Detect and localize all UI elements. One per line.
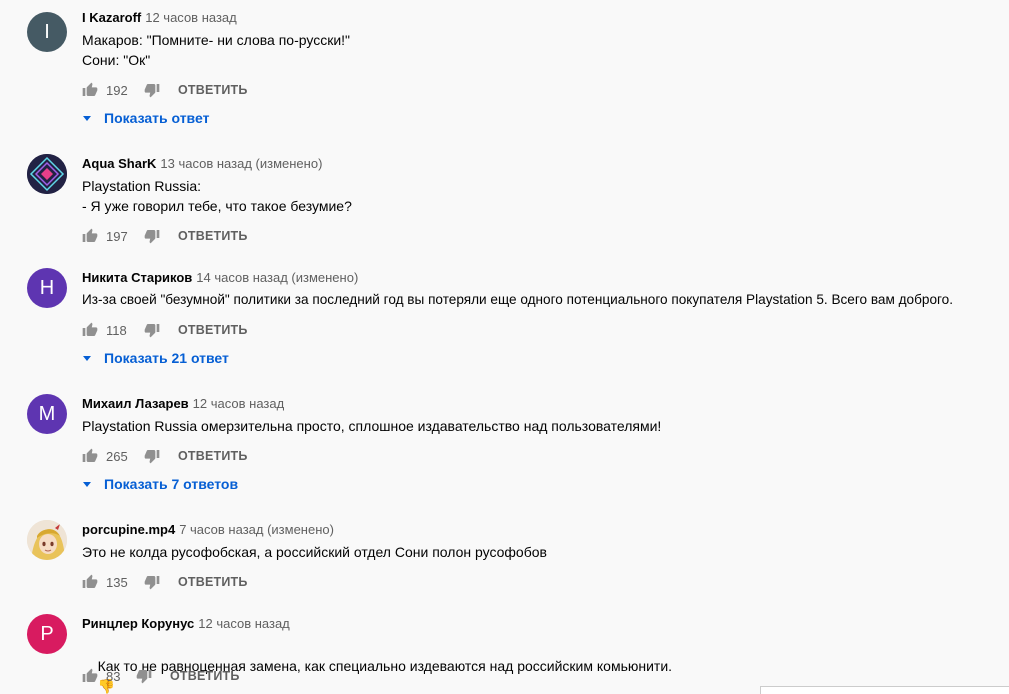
avatar[interactable]: M [27, 394, 67, 434]
avatar[interactable]: P [27, 614, 67, 654]
caret-down-icon [83, 115, 91, 121]
show-replies-label: Показать 7 ответов [104, 476, 239, 492]
show-replies-button[interactable]: Показать ответ [82, 108, 209, 128]
comment-header: Aqua SharK 13 часов назад (изменено) [82, 156, 322, 171]
comment-header: Ринцлер Корунус 12 часов назад [82, 616, 290, 631]
avatar[interactable] [27, 520, 67, 560]
thumb-down-icon[interactable] [144, 574, 160, 590]
comment-text-line: Макаров: "Помните- ни слова по-русски!" [82, 32, 351, 48]
reply-button[interactable]: ОТВЕТИТЬ [178, 83, 248, 97]
comment-time[interactable]: 14 часов назад (изменено) [196, 270, 358, 285]
anime-avatar-icon [27, 520, 67, 560]
reply-button[interactable]: ОТВЕТИТЬ [178, 229, 248, 243]
author-name[interactable]: Ринцлер Корунус [82, 616, 194, 631]
comment-actions: 192 ОТВЕТИТЬ [82, 80, 248, 100]
comment-time[interactable]: 12 часов назад [198, 616, 290, 631]
show-replies-label: Показать 21 ответ [104, 350, 229, 366]
thumb-down-icon[interactable] [144, 228, 160, 244]
partial-panel [760, 686, 1009, 694]
comment-time[interactable]: 13 часов назад (изменено) [160, 156, 322, 171]
caret-down-icon [83, 355, 91, 361]
comment-text-line: Из-за своей "безумной" политики за после… [82, 292, 954, 307]
comment-header: porcupine.mp4 7 часов назад (изменено) [82, 522, 334, 537]
comment-actions: 118 ОТВЕТИТЬ [82, 320, 248, 340]
thumb-up-icon[interactable] [82, 228, 98, 244]
thumb-down-icon[interactable] [136, 668, 152, 684]
comment-header: Никита Стариков 14 часов назад (изменено) [82, 270, 358, 285]
thumb-up-icon[interactable] [82, 668, 98, 684]
reply-button[interactable]: ОТВЕТИТЬ [178, 575, 248, 589]
show-replies-button[interactable]: Показать 21 ответ [82, 348, 229, 368]
thumb-down-icon[interactable] [144, 448, 160, 464]
comment-text-line: Playstation Russia омерзительна просто, … [82, 418, 662, 434]
comment-text-line: Сони: "Ок" [82, 52, 151, 68]
show-replies-button[interactable]: Показать 7 ответов [82, 474, 238, 494]
reply-button[interactable]: ОТВЕТИТЬ [178, 449, 248, 463]
reply-button[interactable]: ОТВЕТИТЬ [170, 669, 240, 683]
comment-header: Михаил Лазарев 12 часов назад [82, 396, 284, 411]
thumb-up-icon[interactable] [82, 322, 98, 338]
comment-time[interactable]: 12 часов назад [193, 396, 285, 411]
thumb-down-icon[interactable] [144, 322, 160, 338]
author-name[interactable]: porcupine.mp4 [82, 522, 175, 537]
avatar[interactable]: I [27, 12, 67, 52]
author-name[interactable]: Aqua SharK [82, 156, 156, 171]
like-count: 83 [106, 668, 121, 684]
thumb-up-icon[interactable] [82, 448, 98, 464]
comment-actions: 265 ОТВЕТИТЬ [82, 446, 248, 466]
comment-text-line: - Я уже говорил тебе, что такое безумие? [82, 198, 352, 214]
like-count: 197 [106, 228, 128, 244]
comment-header: I Kazaroff 12 часов назад [82, 10, 237, 25]
reply-button[interactable]: ОТВЕТИТЬ [178, 323, 248, 337]
avatar[interactable]: H [27, 268, 67, 308]
thumb-up-icon[interactable] [82, 82, 98, 98]
comment-actions: 135 ОТВЕТИТЬ [82, 572, 248, 592]
thumb-up-icon[interactable] [82, 574, 98, 590]
like-count: 118 [106, 322, 127, 338]
comment-text-line: Это не колда русофобская, а российский о… [82, 544, 547, 560]
comment-text-line: Playstation Russia: [82, 178, 202, 194]
comment-actions: 83 ОТВЕТИТЬ [82, 666, 240, 686]
comment-time[interactable]: 7 часов назад (изменено) [179, 522, 334, 537]
comment-time[interactable]: 12 часов назад [145, 10, 237, 25]
author-name[interactable]: Михаил Лазарев [82, 396, 189, 411]
like-count: 135 [106, 574, 128, 590]
caret-down-icon [83, 481, 91, 487]
author-name[interactable]: Никита Стариков [82, 270, 192, 285]
like-count: 192 [106, 82, 128, 98]
avatar[interactable] [27, 154, 67, 194]
thumb-down-icon[interactable] [144, 82, 160, 98]
author-name[interactable]: I Kazaroff [82, 10, 141, 25]
like-count: 265 [106, 448, 128, 464]
comment-actions: 197 ОТВЕТИТЬ [82, 226, 248, 246]
show-replies-label: Показать ответ [104, 110, 210, 126]
diamond-avatar-icon [27, 154, 67, 194]
